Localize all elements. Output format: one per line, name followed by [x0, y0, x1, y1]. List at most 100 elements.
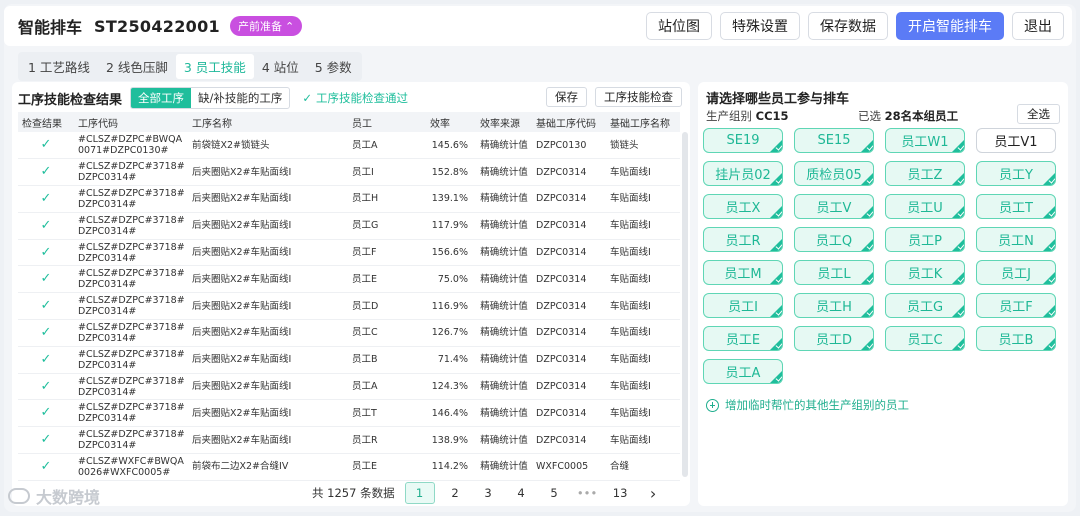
table-row[interactable]: ✓ #CLSZ#DZPC#BWQA0071#DZPC0130# 前袋链X2#锁链头员… [18, 132, 680, 160]
tab-process-route[interactable]: 1 工艺路线 [20, 54, 98, 79]
group-label: 生产组别 [706, 109, 752, 123]
page-1[interactable]: 1 [404, 482, 435, 504]
employee-chip[interactable]: 员工M [703, 260, 783, 285]
selected-check-icon [1043, 173, 1055, 185]
table-row[interactable]: ✓ #CLSZ#DZPC#3718#DZPC0314# 后夹圈贴X2#车贴面线I 员工… [18, 212, 680, 240]
employee-chip[interactable]: 员工N [976, 227, 1056, 252]
employee-chip[interactable]: 员工H [794, 293, 874, 318]
base-process-code: DZPC0314 [532, 292, 606, 321]
table-scrollbar[interactable] [682, 132, 688, 477]
header-bar: 智能排车 ST250422001 产前准备 ⌃ 站位图 特殊设置 保存数据 开启… [4, 6, 1072, 46]
employee-name: 员工B [348, 346, 426, 374]
filter-missing-skills[interactable]: 缺/补技能的工序 [191, 88, 289, 108]
skill-check-table: 检查结果 工序代码 工序名称 员工 效率 效率来源 基础工序代码 基础工序名称 … [18, 112, 680, 481]
add-temp-employee-link[interactable]: 增加临时帮忙的其他生产组别的员工 [706, 397, 909, 413]
tab-parameters[interactable]: 5 参数 [307, 54, 360, 79]
employee-chip[interactable]: SE19 [703, 128, 783, 153]
employee-chip[interactable]: 质检员05 [794, 161, 874, 186]
employee-chip[interactable]: 挂片员02 [703, 161, 783, 186]
employee-chip[interactable]: 员工Q [794, 227, 874, 252]
selected-check-icon [861, 239, 873, 251]
special-settings-button[interactable]: 特殊设置 [720, 12, 800, 40]
page-5[interactable]: 5 [538, 486, 571, 500]
employee-name: 员工G [348, 212, 426, 240]
page-13[interactable]: 13 [604, 486, 637, 500]
selected-value: 28名本组员工 [884, 109, 959, 123]
base-process-name: 车贴面线I [606, 158, 680, 187]
employee-chip[interactable]: 员工U [885, 194, 965, 219]
employee-chip[interactable]: 员工R [703, 227, 783, 252]
station-map-button[interactable]: 站位图 [646, 12, 712, 40]
plus-circle-icon [706, 398, 719, 412]
employee-chip-label: SE15 [817, 133, 851, 148]
selected-check-icon [952, 239, 964, 251]
selected-check-icon [1043, 239, 1055, 251]
employee-chip[interactable]: 员工F [976, 293, 1056, 318]
table-row[interactable]: ✓ #CLSZ#DZPC#3718#DZPC0314# 后夹圈贴X2#车贴面线I 员工… [18, 346, 680, 374]
employee-chip-label: 员工M [724, 267, 762, 282]
skill-check-toolbar: 工序技能检查结果 全部工序 缺/补技能的工序 ✓ 工序技能检查通过 保存 工序技… [18, 87, 686, 109]
selected-check-icon [952, 338, 964, 350]
select-all-button[interactable]: 全选 [1017, 104, 1060, 124]
efficiency-value: 152.8% [426, 158, 476, 187]
employee-chip[interactable]: 员工K [885, 260, 965, 285]
check-result-icon: ✓ [18, 292, 74, 321]
employee-chip[interactable]: 员工B [976, 326, 1056, 351]
employee-chip[interactable]: 员工J [976, 260, 1056, 285]
check-icon: ✓ [40, 164, 52, 180]
table-row[interactable]: ✓ #CLSZ#DZPC#3718#DZPC0314# 后夹圈贴X2#车贴面线I 员工… [18, 399, 680, 428]
employee-chip[interactable]: 员工X [703, 194, 783, 219]
next-page-icon[interactable]: › [637, 484, 670, 503]
stage-badge[interactable]: 产前准备 ⌃ [229, 16, 303, 36]
employee-chip[interactable]: 员工D [794, 326, 874, 351]
employee-chip[interactable]: 员工A [703, 359, 783, 384]
employee-chip[interactable]: 员工V1 [976, 128, 1056, 153]
table-row[interactable]: ✓ #CLSZ#DZPC#3718#DZPC0314# 后夹圈贴X2#车贴面线I 员工… [18, 373, 680, 401]
employee-chip[interactable]: 员工P [885, 227, 965, 252]
employee-chip[interactable]: 员工C [885, 326, 965, 351]
employee-chip[interactable]: 员工Y [976, 161, 1056, 186]
base-process-code: DZPC0314 [532, 426, 606, 455]
tab-stations[interactable]: 4 站位 [254, 54, 307, 79]
page-2[interactable]: 2 [439, 486, 472, 500]
employee-chip[interactable]: 员工Z [885, 161, 965, 186]
step-tabs: 1 工艺路线 2 线色压脚 3 员工技能 4 站位 5 参数 [18, 52, 362, 81]
check-result-icon: ✓ [18, 373, 74, 401]
table-row[interactable]: ✓ #CLSZ#DZPC#3718#DZPC0314# 后夹圈贴X2#车贴面线I 员工… [18, 292, 680, 321]
save-button[interactable]: 保存 [546, 87, 587, 107]
employee-chip[interactable]: 员工W1 [885, 128, 965, 153]
table-row[interactable]: ✓ #CLSZ#DZPC#3718#DZPC0314# 后夹圈贴X2#车贴面线I 员工… [18, 185, 680, 213]
efficiency-source: 精确统计值 [476, 319, 532, 347]
table-row[interactable]: ✓ #CLSZ#DZPC#3718#DZPC0314# 后夹圈贴X2#车贴面线I 员工… [18, 426, 680, 455]
table-row[interactable]: ✓ #CLSZ#DZPC#3718#DZPC0314# 后夹圈贴X2#车贴面线I 员工… [18, 158, 680, 187]
process-name: 后夹圈贴X2#车贴面线I [188, 292, 348, 321]
page-ellipsis[interactable]: ••• [571, 486, 604, 500]
filter-all-processes[interactable]: 全部工序 [131, 88, 192, 108]
employee-chip[interactable]: 员工L [794, 260, 874, 285]
tab-employee-skills[interactable]: 3 员工技能 [175, 54, 254, 79]
table-row[interactable]: ✓ #CLSZ#WXFC#BWQA0026#WXFC0005# 前袋布二边X2#合缝… [18, 453, 680, 481]
efficiency-value: 71.4% [426, 346, 476, 374]
employee-chip[interactable]: 员工I [703, 293, 783, 318]
page-3[interactable]: 3 [472, 486, 505, 500]
table-row[interactable]: ✓ #CLSZ#DZPC#3718#DZPC0314# 后夹圈贴X2#车贴面线I 员工… [18, 239, 680, 267]
exit-button[interactable]: 退出 [1012, 12, 1064, 40]
page-4[interactable]: 4 [505, 486, 538, 500]
employee-chip[interactable]: SE15 [794, 128, 874, 153]
employee-chip[interactable]: 员工T [976, 194, 1056, 219]
employee-chip[interactable]: 员工G [885, 293, 965, 318]
employee-chip[interactable]: 员工E [703, 326, 783, 351]
tab-thread-presser[interactable]: 2 线色压脚 [98, 54, 176, 79]
skill-check-button[interactable]: 工序技能检查 [595, 87, 682, 107]
skill-check-panel: 工序技能检查结果 全部工序 缺/补技能的工序 ✓ 工序技能检查通过 保存 工序技… [12, 82, 690, 506]
start-smart-scheduling-button[interactable]: 开启智能排车 [896, 12, 1004, 40]
save-data-button[interactable]: 保存数据 [808, 12, 888, 40]
col-base-name: 基础工序名称 [606, 112, 680, 132]
selected-check-icon [952, 206, 964, 218]
employee-chip[interactable]: 员工V [794, 194, 874, 219]
base-process-name: 车贴面线I [606, 212, 680, 240]
employee-chip-label: 质检员05 [806, 168, 862, 183]
table-row[interactable]: ✓ #CLSZ#DZPC#3718#DZPC0314# 后夹圈贴X2#车贴面线I 员工… [18, 319, 680, 347]
check-passed-label: 工序技能检查通过 [316, 91, 409, 105]
table-row[interactable]: ✓ #CLSZ#DZPC#3718#DZPC0314# 后夹圈贴X2#车贴面线I 员工… [18, 265, 680, 294]
